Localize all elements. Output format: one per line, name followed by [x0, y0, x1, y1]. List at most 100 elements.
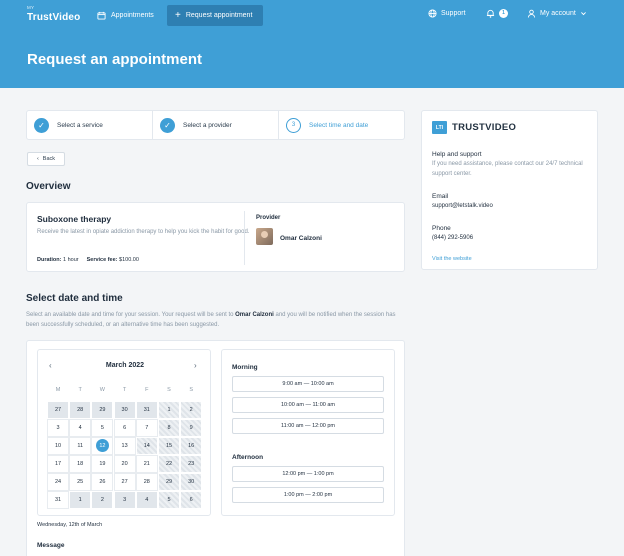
support-card: LTI TRUSTVIDEO Help and support If you n… [421, 110, 598, 270]
overview-heading: Overview [26, 181, 71, 192]
weekday-label: T [78, 387, 82, 393]
calendar-day[interactable]: 10 [47, 437, 69, 455]
weekday-label: W [99, 387, 105, 393]
calendar-day: 2 [91, 491, 114, 509]
brand-logo[interactable]: TrustVideo [27, 12, 81, 23]
calendar-day[interactable]: 24 [47, 473, 69, 491]
phone-label: Phone [432, 225, 451, 232]
calendar-day: 9 [180, 419, 203, 437]
calendar-grid: 27 28 29 30 31 1 2 3 4 5 6 7 8 9 10 11 12 13 14 15 16 17 18 19 2… [47, 401, 203, 511]
calendar-day: 14 [135, 437, 158, 455]
service-title: Suboxone therapy [37, 214, 112, 224]
calendar-day: 27 [47, 401, 69, 419]
calendar-day: 1 [69, 491, 92, 509]
chevron-left-icon: ‹ [36, 156, 39, 162]
step-select-service[interactable]: ✓ Select a service [27, 111, 152, 139]
step-label: Select a provider [183, 121, 232, 129]
selected-date: Wednesday, 12th of March [37, 522, 103, 528]
calendar-day[interactable]: 19 [91, 455, 114, 473]
calendar-day: 23 [180, 455, 203, 473]
calendar-day[interactable]: 26 [91, 473, 114, 491]
calendar-day: 29 [91, 401, 114, 419]
calendar-day[interactable]: 31 [47, 491, 69, 509]
nav-request-label: Request appointment [185, 12, 253, 19]
calendar-day[interactable]: 5 [91, 419, 114, 437]
provider-avatar [256, 228, 273, 245]
email-value[interactable]: support@letstalk.video [432, 203, 493, 209]
calendar-day[interactable]: 7 [135, 419, 158, 437]
calendar-day-selected[interactable]: 12 [91, 437, 114, 455]
calendar-day: 3 [113, 491, 136, 509]
globe-icon [428, 9, 437, 18]
calendar-day[interactable]: 28 [135, 473, 158, 491]
calendar-day: 15 [158, 437, 180, 455]
visit-website-link[interactable]: Visit the website [432, 256, 472, 262]
calendar-day: 31 [135, 401, 158, 419]
calendar-day[interactable]: 4 [69, 419, 92, 437]
notification-badge: 1 [499, 9, 508, 18]
step-select-time[interactable]: 3 Select time and date [278, 111, 404, 139]
calendar-day[interactable]: 11 [69, 437, 92, 455]
calendar-month: March 2022 [105, 362, 145, 369]
time-slot[interactable]: 10:00 am — 11:00 am [232, 397, 384, 413]
nav-appointments[interactable]: Appointments [89, 5, 162, 26]
step-label: Select a service [57, 121, 103, 129]
calendar-day: 1 [158, 401, 180, 419]
chevron-down-icon [580, 12, 586, 16]
time-slot[interactable]: 1:00 pm — 2:00 pm [232, 487, 384, 503]
support-label: Support [441, 10, 466, 17]
schedule-description: Select an available date and time for yo… [26, 312, 396, 328]
nav-request-appointment[interactable]: + Request appointment [167, 5, 263, 26]
user-icon [527, 9, 536, 18]
calendar-day: 29 [158, 473, 180, 491]
next-month-button[interactable]: › [194, 361, 197, 370]
back-label: Back [42, 156, 56, 162]
bell-icon [486, 9, 495, 18]
check-icon: ✓ [160, 117, 175, 133]
top-bar: MY TrustVideo Appointments + Request app… [0, 0, 624, 31]
calendar-day[interactable]: 6 [113, 419, 136, 437]
brand-prefix: MY [27, 5, 35, 10]
calendar-day[interactable]: 20 [113, 455, 136, 473]
help-heading: Help and support [432, 151, 482, 158]
time-slot[interactable]: 9:00 am — 10:00 am [232, 376, 384, 392]
account-menu[interactable]: My account [527, 9, 587, 18]
notifications-button[interactable]: 1 [486, 9, 508, 18]
schedule-card: ‹ March 2022 › MTWTFSS 27 28 29 30 31 1 2 3 4 5 6 7… [26, 340, 405, 556]
calendar-day[interactable]: 21 [135, 455, 158, 473]
calendar-day: 5 [158, 491, 180, 509]
plus-icon: + [175, 9, 181, 21]
service-meta: Duration: 1 hour Service fee: $100.00 [37, 257, 139, 263]
calendar-day[interactable]: 3 [47, 419, 69, 437]
calendar-day: 16 [180, 437, 203, 455]
calendar-day: 30 [180, 473, 203, 491]
step-select-provider[interactable]: ✓ Select a provider [152, 111, 278, 139]
service-fee: Service fee: $100.00 [86, 257, 139, 263]
calendar-day[interactable]: 25 [69, 473, 92, 491]
account-label: My account [540, 10, 576, 17]
time-slot[interactable]: 11:00 am — 12:00 pm [232, 418, 384, 434]
morning-label: Morning [232, 364, 258, 371]
provider-name-inline: Omar Calzoni [235, 312, 274, 318]
provider-label: Provider [256, 215, 281, 221]
calendar-day[interactable]: 17 [47, 455, 69, 473]
schedule-heading: Select date and time [26, 293, 123, 304]
phone-value[interactable]: (844) 292-5906 [432, 235, 473, 241]
time-slot[interactable]: 12:00 pm — 1:00 pm [232, 466, 384, 482]
afternoon-label: Afternoon [232, 454, 264, 461]
back-button[interactable]: ‹ Back [27, 152, 65, 166]
calendar-day[interactable]: 13 [113, 437, 136, 455]
calendar: ‹ March 2022 › MTWTFSS 27 28 29 30 31 1 2 3 4 5 6 7… [37, 349, 211, 516]
support-link[interactable]: Support [428, 9, 466, 18]
weekday-label: T [122, 387, 127, 393]
time-slots-panel: Morning 9:00 am — 10:00 am 10:00 am — 11… [221, 349, 395, 516]
calendar-day: 6 [180, 491, 203, 509]
weekday-label: M [55, 387, 61, 393]
calendar-day[interactable]: 27 [113, 473, 136, 491]
weekday-label: F [145, 387, 149, 393]
divider [244, 211, 245, 265]
calendar-day[interactable]: 18 [69, 455, 92, 473]
calendar-day: 30 [113, 401, 136, 419]
progress-stepper: ✓ Select a service ✓ Select a provider 3… [26, 110, 405, 140]
duration: Duration: 1 hour [37, 257, 79, 263]
